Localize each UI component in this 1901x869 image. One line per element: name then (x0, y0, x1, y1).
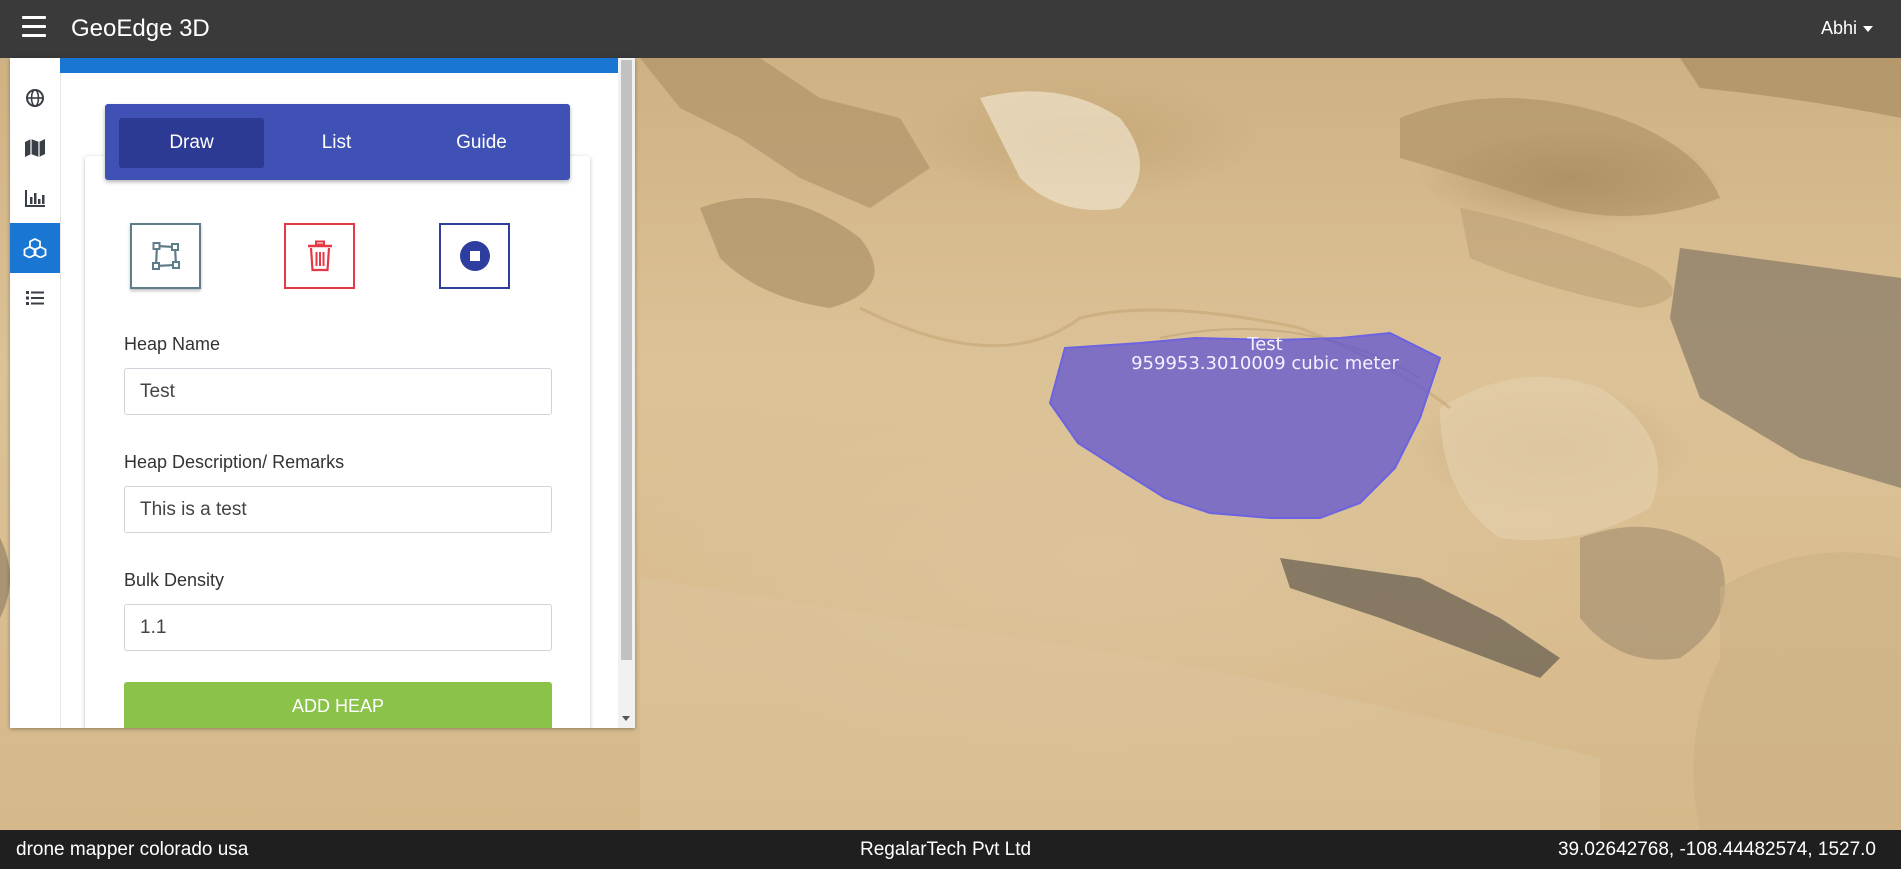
heap-label-name: Test (1247, 334, 1283, 355)
chart-icon (25, 190, 45, 207)
panel-scrollbar[interactable] (618, 58, 635, 728)
user-menu[interactable]: Abhi (1821, 18, 1873, 39)
map-icon (25, 139, 45, 157)
scroll-down-arrow-icon[interactable] (622, 716, 630, 721)
bulk-density-label: Bulk Density (124, 570, 225, 590)
sidebar-item-list[interactable] (10, 273, 60, 323)
heap-label-volume: 959953.3010009 cubic meter (1131, 353, 1399, 374)
globe-icon (26, 89, 44, 107)
edit-polygon-icon (151, 242, 180, 270)
delete-button[interactable] (284, 223, 355, 289)
heap-description-label: Heap Description/ Remarks (124, 452, 345, 472)
scrollbar-thumb[interactable] (621, 60, 632, 660)
footer-company: RegalarTech Pvt Ltd (860, 839, 1032, 860)
heap-label: Test 959953.3010009 cubic meter (1100, 335, 1430, 373)
status-footer: drone mapper colorado usa RegalarTech Pv… (0, 830, 1901, 869)
user-name: Abhi (1820, 18, 1857, 38)
add-heap-button[interactable]: ADD HEAP (124, 682, 552, 728)
heap-name-label: Heap Name (124, 334, 221, 354)
panel-header-strip (60, 58, 625, 73)
volume-panel-content: Draw List Guide Heap Name Test Heap Desc… (60, 73, 625, 728)
stop-drawing-button[interactable] (439, 223, 510, 289)
sidebar-item-volume[interactable] (10, 223, 60, 273)
draw-polygon-button[interactable] (130, 223, 201, 289)
tab-guide[interactable]: Guide (409, 118, 554, 168)
app-title: GeoEdge 3D (71, 15, 210, 42)
list-icon (26, 291, 44, 305)
sidebar-item-charts[interactable] (10, 173, 60, 223)
sidebar-item-map[interactable] (10, 123, 60, 173)
cubes-icon (23, 238, 47, 258)
sidebar-item-globe[interactable] (10, 73, 60, 123)
top-navbar: GeoEdge 3D Abhi (0, 0, 1901, 58)
side-panel: Draw List Guide Heap Name Test Heap Desc… (10, 58, 635, 728)
heap-name-input[interactable] (124, 368, 552, 415)
trash-icon (307, 240, 332, 272)
footer-coordinates: 39.02642768, -108.44482574, 1527.0 (1557, 839, 1876, 860)
hamburger-menu-icon[interactable] (22, 16, 46, 38)
caret-down-icon (1863, 26, 1873, 33)
stop-icon (459, 241, 490, 271)
tab-draw[interactable]: Draw (119, 118, 264, 168)
tab-list[interactable]: List (264, 118, 409, 168)
bulk-density-input[interactable] (124, 604, 552, 651)
icon-sidebar (10, 58, 61, 728)
tab-bar: Draw List Guide (105, 104, 570, 180)
footer-project-name: drone mapper colorado usa (16, 839, 249, 860)
heap-description-input[interactable] (124, 486, 552, 533)
